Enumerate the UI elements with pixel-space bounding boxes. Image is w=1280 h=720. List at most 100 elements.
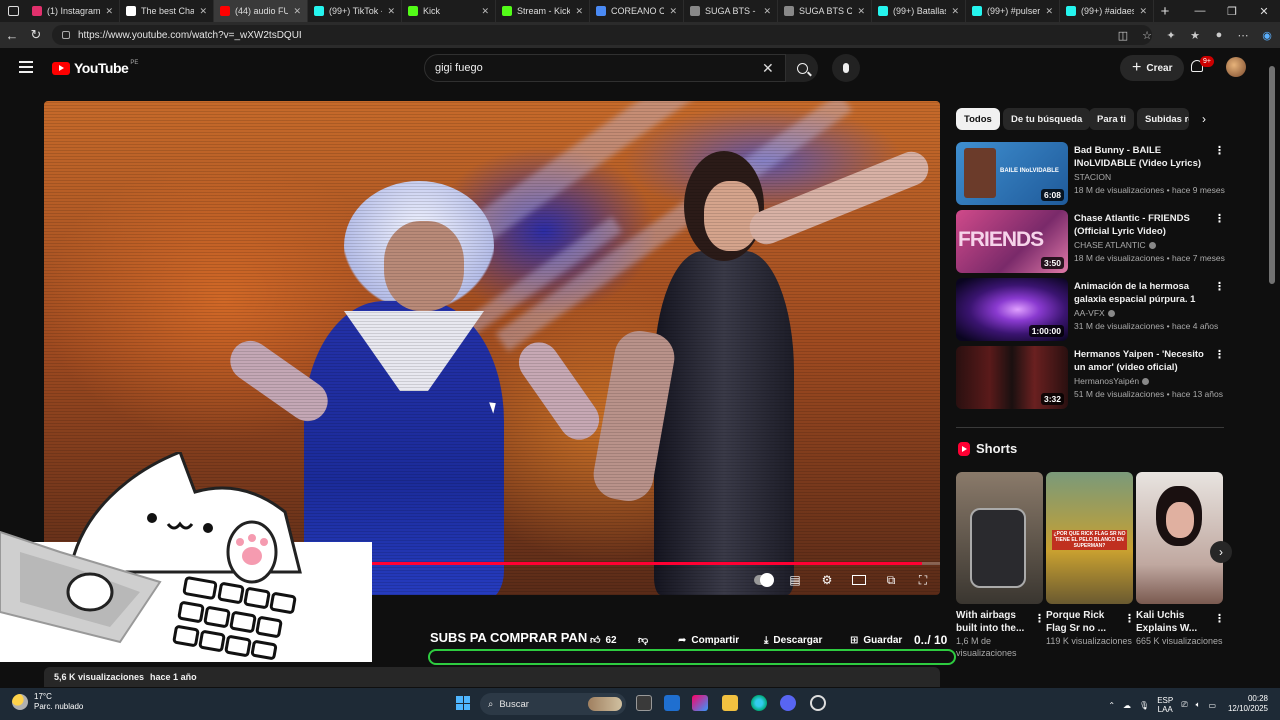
battery-icon[interactable]: ▭: [1208, 701, 1216, 710]
more-options-icon[interactable]: ⋮: [1034, 612, 1045, 625]
channel-name[interactable]: CHASE ATLANTIC: [1074, 240, 1156, 250]
volume-icon[interactable]: 🔈︎: [1196, 700, 1201, 710]
site-info-icon[interactable]: [62, 31, 70, 39]
scrollbar-thumb[interactable]: [1269, 66, 1275, 284]
network-icon[interactable]: ⎚: [1181, 700, 1187, 710]
theater-mode-icon[interactable]: [850, 571, 868, 589]
browser-tab[interactable]: The best Chat ✕: [120, 0, 214, 22]
chevron-right-icon[interactable]: ›: [1202, 112, 1206, 126]
microphone-tray-icon[interactable]: 🎙︎: [1139, 701, 1149, 710]
recommendation-item[interactable]: FRIENDS 3:50 Chase Atlantic - FRIENDS (O…: [956, 210, 1236, 274]
browser-tab[interactable]: Stream - Kick ✕: [496, 0, 590, 22]
recommendation-title[interactable]: Animación de la hermosa galaxia espacial…: [1074, 280, 1214, 306]
recommendation-item[interactable]: 1:00:00 Animación de la hermosa galaxia …: [956, 278, 1236, 342]
extensions-icon[interactable]: ✦: [1164, 28, 1178, 42]
more-actions-button[interactable]: 0../ 10: [914, 631, 947, 649]
settings-gear-icon[interactable]: ⚙: [818, 571, 836, 589]
close-tab-icon[interactable]: ✕: [1045, 6, 1053, 17]
more-menu-icon[interactable]: ⋯: [1236, 28, 1250, 42]
onedrive-icon[interactable]: ☁: [1123, 701, 1131, 710]
browser-tab[interactable]: (99+) Batallas ✕: [872, 0, 966, 22]
new-tab-button[interactable]: +: [1154, 3, 1176, 20]
chip-subidas[interactable]: Subidas re: [1137, 108, 1189, 130]
recommendation-title[interactable]: Hermanos Yaipen - 'Necesito un amor' (vi…: [1074, 348, 1214, 374]
share-button[interactable]: ➦ Compartir: [678, 631, 739, 649]
more-options-icon[interactable]: ⋮: [1124, 612, 1135, 625]
close-window-icon[interactable]: ✕: [1248, 0, 1280, 22]
channel-name[interactable]: AA-VFX: [1074, 308, 1115, 318]
voice-search-button[interactable]: [832, 54, 860, 82]
task-view-icon[interactable]: [636, 695, 652, 711]
windows-start-icon[interactable]: [456, 696, 470, 710]
browser-tab[interactable]: (99+) #aidaesp ✕: [1060, 0, 1154, 22]
recommendation-item[interactable]: BAILE INoLVIDABLE 6:08 Bad Bunny - BAILE…: [956, 142, 1236, 206]
browser-tab[interactable]: (99+) #pulser ✕: [966, 0, 1060, 22]
chip-de-tu-busqueda[interactable]: De tu búsqueda: [1003, 108, 1091, 130]
favorite-star-icon[interactable]: ☆: [1140, 28, 1154, 42]
short-item[interactable]: ¿POR QUE RICK FLAG SR NO TIENE EL PELO B…: [1046, 472, 1135, 647]
short-thumbnail[interactable]: [956, 472, 1043, 604]
browser-tab[interactable]: (44) audio FU ✕: [214, 0, 308, 22]
short-item[interactable]: With airbags built into the... 1,6 M de …: [956, 472, 1045, 659]
fullscreen-icon[interactable]: ⛶: [914, 571, 932, 589]
browser-tab[interactable]: (1) Instagram ✕: [26, 0, 120, 22]
discord-icon[interactable]: [780, 695, 796, 711]
copilot-app-icon[interactable]: [692, 695, 708, 711]
copilot-icon[interactable]: ◉: [1260, 28, 1274, 42]
clock[interactable]: 00:28 12/10/2025: [1228, 694, 1268, 714]
more-options-icon[interactable]: ⋮: [1214, 280, 1225, 293]
short-title[interactable]: Porque Rick Flag Sr no ...: [1046, 609, 1133, 635]
more-options-icon[interactable]: ⋮: [1214, 348, 1225, 361]
edge-icon[interactable]: [751, 695, 767, 711]
reload-icon[interactable]: ↻: [24, 27, 48, 43]
split-screen-icon[interactable]: ◫: [1116, 28, 1130, 42]
subtitles-icon[interactable]: ▤: [786, 571, 804, 589]
close-tab-icon[interactable]: ✕: [1139, 6, 1147, 17]
short-title[interactable]: With airbags built into the...: [956, 609, 1043, 635]
back-icon[interactable]: ←: [0, 28, 24, 43]
download-button[interactable]: ⤓ Descargar: [764, 631, 822, 649]
autoplay-toggle[interactable]: [754, 571, 774, 589]
more-options-icon[interactable]: ⋮: [1214, 212, 1225, 225]
browser-tab[interactable]: (99+) TikTok - ✕: [308, 0, 402, 22]
browser-tab[interactable]: SUGA BTS - B ✕: [684, 0, 778, 22]
youtube-logo[interactable]: YouTube PE: [52, 60, 138, 76]
chevron-up-icon[interactable]: ⌃: [1108, 701, 1115, 710]
video-thumbnail[interactable]: BAILE INoLVIDABLE 6:08: [956, 142, 1068, 205]
short-item[interactable]: Kali Uchis Explains W... 665 K visualiza…: [1136, 472, 1225, 647]
weather-widget[interactable]: 17°C Parc. nublado: [12, 692, 83, 712]
search-button[interactable]: [786, 54, 818, 82]
recommendation-title[interactable]: Chase Atlantic - FRIENDS (Official Lyric…: [1074, 212, 1214, 238]
recommendation-title[interactable]: Bad Bunny - BAILE INoLVIDABLE (Video Lyr…: [1074, 144, 1214, 170]
store-icon[interactable]: [664, 695, 680, 711]
browser-tab[interactable]: COREANO CO ✕: [590, 0, 684, 22]
close-tab-icon[interactable]: ✕: [105, 6, 113, 17]
search-input[interactable]: gigi fuego: [424, 54, 786, 82]
short-title[interactable]: Kali Uchis Explains W...: [1136, 609, 1223, 635]
close-tab-icon[interactable]: ✕: [763, 6, 771, 17]
cast-icon[interactable]: ⧉: [882, 571, 900, 589]
close-tab-icon[interactable]: ✕: [951, 6, 959, 17]
minimize-icon[interactable]: —: [1184, 0, 1216, 22]
app-icon[interactable]: [810, 695, 826, 711]
close-tab-icon[interactable]: ✕: [857, 6, 865, 17]
browser-tab[interactable]: SUGA BTS CO ✕: [778, 0, 872, 22]
close-tab-icon[interactable]: ✕: [481, 6, 489, 17]
url-field[interactable]: https://www.youtube.com/watch?v=_wXW2tsD…: [52, 25, 1152, 45]
video-thumbnail[interactable]: FRIENDS 3:50: [956, 210, 1068, 273]
favorites-icon[interactable]: ★: [1188, 28, 1202, 42]
browser-tab[interactable]: Kick ✕: [402, 0, 496, 22]
chip-todos[interactable]: Todos: [956, 108, 1000, 130]
shorts-next-button[interactable]: ›: [1210, 541, 1232, 563]
menu-icon[interactable]: [19, 61, 33, 73]
save-button[interactable]: ⊞ Guardar: [850, 631, 902, 649]
taskbar-search[interactable]: ⌕ Buscar: [480, 693, 626, 715]
video-thumbnail[interactable]: 1:00:00: [956, 278, 1068, 341]
dislike-button[interactable]: 👎︎: [638, 631, 648, 649]
chip-para-ti[interactable]: Para ti: [1089, 108, 1135, 130]
video-description-header[interactable]: 5,6 K visualizaciones hace 1 año: [44, 667, 940, 687]
like-button[interactable]: 👍︎ 62: [590, 631, 617, 649]
close-tab-icon[interactable]: ✕: [669, 6, 677, 17]
close-tab-icon[interactable]: ✕: [199, 6, 207, 17]
recommendation-item[interactable]: 3:32 Hermanos Yaipen - 'Necesito un amor…: [956, 346, 1236, 410]
